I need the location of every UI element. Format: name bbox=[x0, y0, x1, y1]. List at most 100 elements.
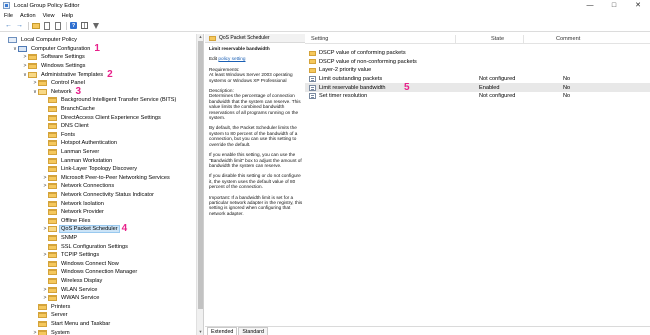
column-header-setting[interactable]: Setting bbox=[311, 36, 328, 42]
tree-item[interactable]: > TCPIP Settings bbox=[42, 251, 100, 260]
folder-icon bbox=[309, 50, 316, 56]
folder-icon bbox=[48, 200, 57, 207]
tree-item[interactable]: Lanman Server bbox=[42, 148, 100, 157]
tree-item[interactable]: > QoS Packet Scheduler 4 bbox=[42, 224, 128, 234]
policy-root-icon bbox=[8, 37, 17, 44]
setting-state: Not configured bbox=[479, 93, 516, 100]
minimize-button[interactable]: — bbox=[578, 0, 602, 11]
tree-item[interactable]: SSL Configuration Settings bbox=[42, 242, 129, 251]
column-header-state[interactable]: State bbox=[491, 36, 504, 42]
scrollbar-thumb[interactable] bbox=[198, 41, 203, 309]
tree-item[interactable]: > Microsoft Peer-to-Peer Networking Servi… bbox=[42, 174, 171, 183]
tree-scrollbar[interactable]: ▲ ▼ bbox=[196, 34, 203, 335]
setting-state: Enabled bbox=[479, 84, 500, 91]
tab-standard[interactable]: Standard bbox=[238, 327, 268, 335]
tree-item[interactable]: > WLAN Service bbox=[42, 285, 98, 294]
tree-item[interactable]: Server bbox=[32, 311, 68, 320]
folder-icon bbox=[48, 157, 57, 164]
tree-item[interactable]: Lanman Workstation bbox=[42, 156, 113, 165]
description-body: Limit reservable bandwidth Edit policy s… bbox=[209, 46, 303, 221]
tree-item[interactable]: > Windows Settings bbox=[22, 62, 86, 71]
tree-item[interactable]: Hotspot Authentication bbox=[42, 139, 118, 148]
tree-item[interactable]: BranchCache bbox=[42, 105, 96, 114]
tree-item-label: QoS Packet Scheduler bbox=[59, 225, 120, 234]
tree-item[interactable]: > Network Connections bbox=[42, 182, 115, 191]
menu-view[interactable]: View bbox=[43, 13, 55, 19]
tree-item-label: Network Connections bbox=[61, 183, 115, 190]
tree-item[interactable]: Windows Connection Manager bbox=[42, 268, 138, 277]
tree-item[interactable]: Windows Connect Now bbox=[42, 260, 120, 269]
tree-item[interactable]: > Software Settings bbox=[22, 53, 86, 62]
column-divider[interactable] bbox=[523, 35, 524, 43]
tree-item[interactable]: Background Intelligent Transfer Service … bbox=[42, 96, 177, 105]
setting-name: Limit reservable bandwidth bbox=[319, 84, 386, 91]
tree-item[interactable]: Network Provider bbox=[42, 208, 105, 217]
filter-icon[interactable] bbox=[91, 21, 100, 30]
tree-item[interactable]: Network Connectivity Status Indicator bbox=[42, 191, 155, 200]
table-row[interactable]: Limit outstanding packets Not configured N… bbox=[305, 75, 650, 84]
tree-item[interactable]: ∨ Network 3 bbox=[32, 86, 81, 96]
setting-comment: No bbox=[563, 84, 571, 91]
folder-icon bbox=[48, 183, 57, 190]
menu-action[interactable]: Action bbox=[20, 13, 36, 19]
tree-item[interactable]: Network Isolation bbox=[42, 199, 105, 208]
tree-item[interactable]: > System bbox=[32, 328, 71, 335]
tree-item-label: WWAN Service bbox=[61, 295, 100, 302]
table-row[interactable]: Set timer resolution Not configured No bbox=[305, 92, 650, 101]
folder-icon bbox=[309, 59, 316, 65]
tree-item[interactable]: Fonts bbox=[42, 131, 76, 140]
tree-item[interactable]: Local Computer Policy bbox=[2, 36, 78, 45]
folder-icon bbox=[38, 321, 47, 328]
table-row[interactable]: DSCP value of conforming packets bbox=[305, 49, 650, 58]
tree-item-label: Network Connectivity Status Indicator bbox=[61, 192, 154, 199]
tree-item[interactable]: ∨ Administrative Templates 2 bbox=[22, 69, 112, 79]
column-header-comment[interactable]: Comment bbox=[556, 36, 580, 42]
setting-state: Not configured bbox=[479, 76, 516, 83]
tree-item-label: TCPIP Settings bbox=[61, 252, 100, 259]
tree-item[interactable]: SNMP bbox=[42, 234, 78, 243]
table-row[interactable]: DSCP value of non-conforming packets bbox=[305, 58, 650, 67]
back-arrow-icon[interactable]: ← bbox=[4, 21, 13, 30]
help-icon[interactable]: ? bbox=[69, 21, 78, 30]
tree-item[interactable]: Printers bbox=[32, 303, 71, 312]
folder-icon bbox=[28, 71, 37, 78]
settings-list[interactable]: Setting State Comment DSCP value of conf… bbox=[305, 34, 650, 326]
setting-name: Layer-2 priority value bbox=[319, 67, 372, 74]
properties-sheet-icon[interactable] bbox=[42, 21, 51, 30]
step-badge: 1 bbox=[94, 42, 100, 54]
tree-item-label: Link-Layer Topology Discovery bbox=[61, 166, 138, 173]
setting-name: DSCP value of conforming packets bbox=[319, 50, 406, 57]
edit-policy-link[interactable]: policy setting bbox=[218, 56, 245, 61]
folder-icon bbox=[48, 114, 57, 121]
show-grid-icon[interactable] bbox=[80, 21, 89, 30]
tree-item[interactable]: ∨ Computer Configuration 1 bbox=[12, 42, 100, 54]
folder-icon bbox=[48, 140, 57, 147]
tab-extended[interactable]: Extended bbox=[207, 327, 238, 335]
export-list-icon[interactable] bbox=[53, 21, 62, 30]
tree-item[interactable]: Start Menu and Taskbar bbox=[32, 320, 111, 329]
tree-item[interactable]: > WWAN Service bbox=[42, 294, 100, 303]
table-row[interactable]: Layer-2 priority value bbox=[305, 66, 650, 75]
table-row[interactable]: Limit reservable bandwidth 5 Enabled No bbox=[305, 82, 650, 92]
maximize-button[interactable]: □ bbox=[602, 0, 626, 11]
menu-help[interactable]: Help bbox=[62, 13, 74, 19]
console-tree[interactable]: Local Computer Policy ∨ Computer Configura… bbox=[0, 34, 204, 335]
window-title: Local Group Policy Editor bbox=[14, 2, 80, 9]
tree-item[interactable]: Wireless Display bbox=[42, 277, 103, 286]
tree-item[interactable]: DirectAccess Client Experience Settings bbox=[42, 113, 162, 122]
menu-file[interactable]: File bbox=[4, 13, 13, 19]
description-paragraph: Determines the percentage of connection … bbox=[209, 93, 301, 121]
scroll-up-icon[interactable]: ▲ bbox=[198, 34, 203, 40]
folder-icon[interactable] bbox=[31, 21, 40, 30]
description-paragraph: If you disable this setting or do not co… bbox=[209, 173, 301, 190]
forward-arrow-icon[interactable]: → bbox=[15, 21, 24, 30]
tree-item[interactable]: Offline Files bbox=[42, 217, 91, 226]
column-divider[interactable] bbox=[455, 35, 456, 43]
folder-icon bbox=[48, 97, 57, 104]
tree-item[interactable]: Link-Layer Topology Discovery bbox=[42, 165, 138, 174]
tree-item-label: Fonts bbox=[61, 131, 75, 138]
scroll-down-icon[interactable]: ▼ bbox=[198, 329, 203, 335]
tree-item[interactable]: DNS Client bbox=[42, 122, 90, 131]
requirements-text: At least Windows Server 2003 operating s… bbox=[209, 72, 293, 83]
close-button[interactable]: ✕ bbox=[626, 0, 650, 11]
